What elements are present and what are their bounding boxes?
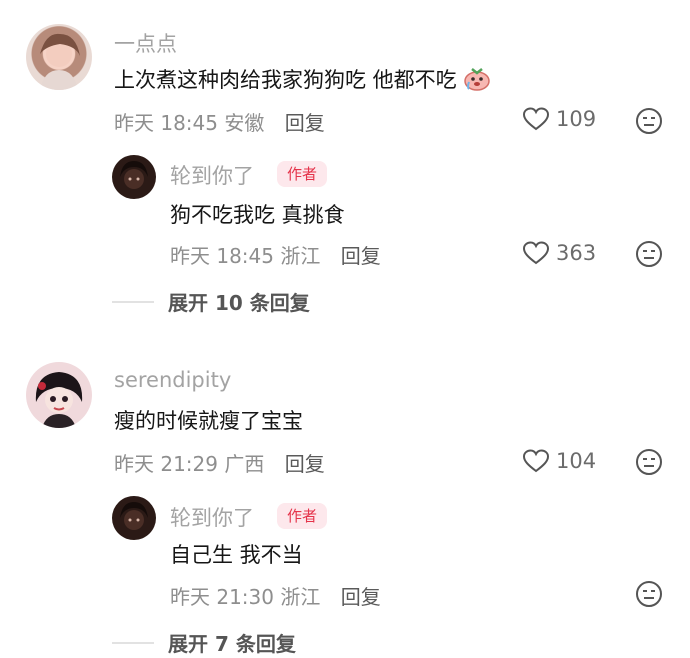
dislike-face-icon[interactable] xyxy=(635,240,663,268)
avatar-photo-icon xyxy=(40,33,80,90)
reply-text: 自己生 我不当 xyxy=(170,543,303,567)
comment-time: 昨天 21:29 xyxy=(114,452,218,476)
expand-replies-button[interactable]: 展开 10 条回复 xyxy=(112,287,310,316)
comment-text-body: 上次煮这种肉给我家狗狗吃 他都不吃 xyxy=(114,68,457,92)
comment-username[interactable]: serendipity xyxy=(114,368,231,392)
reply-time: 昨天 21:30 xyxy=(170,585,274,609)
reply-username[interactable]: 轮到你了 xyxy=(170,502,254,532)
reply-location: 浙江 xyxy=(280,244,321,268)
comment-meta: 昨天 21:29 广西 回复 xyxy=(114,448,325,477)
divider xyxy=(112,641,154,644)
heart-icon xyxy=(522,107,550,131)
divider xyxy=(112,300,154,303)
expand-replies-label: 展开 10 条回复 xyxy=(168,291,310,315)
author-badge: 作者 xyxy=(277,503,328,529)
like-count: 109 xyxy=(556,107,597,131)
reply-button[interactable]: 回复 xyxy=(285,452,325,476)
reply-avatar[interactable] xyxy=(112,155,156,199)
avatar[interactable] xyxy=(26,24,92,90)
crying-face-icon xyxy=(463,65,491,96)
comment-username[interactable]: 一点点 xyxy=(114,28,177,58)
comment-text: 瘦的时候就瘦了宝宝 xyxy=(114,409,303,433)
expand-replies-button[interactable]: 展开 7 条回复 xyxy=(112,628,296,657)
reply-button[interactable]: 回复 xyxy=(341,244,381,268)
avatar[interactable] xyxy=(26,362,92,428)
dislike-face-icon[interactable] xyxy=(635,107,663,135)
like-button[interactable]: 109 xyxy=(522,106,596,132)
author-badge: 作者 xyxy=(277,161,328,187)
comment-meta: 昨天 18:45 安徽 回复 xyxy=(114,107,325,136)
comment-location: 广西 xyxy=(224,452,265,476)
avatar-photo-icon xyxy=(35,372,83,428)
comment-time: 昨天 18:45 xyxy=(114,111,218,135)
heart-icon xyxy=(522,449,550,473)
like-count: 363 xyxy=(556,241,597,265)
reply-username[interactable]: 轮到你了 xyxy=(170,160,254,190)
avatar-photo-icon xyxy=(120,502,148,530)
reply-button[interactable]: 回复 xyxy=(341,585,381,609)
reply-avatar[interactable] xyxy=(112,496,156,540)
dislike-face-icon[interactable] xyxy=(635,448,663,476)
reply-location: 浙江 xyxy=(280,585,321,609)
like-button[interactable]: 363 xyxy=(522,240,596,266)
reply-text: 狗不吃我吃 真挑食 xyxy=(170,203,345,227)
comment-location: 安徽 xyxy=(224,111,265,135)
like-button[interactable]: 104 xyxy=(522,448,596,474)
dislike-face-icon[interactable] xyxy=(635,580,663,608)
reply-meta: 昨天 18:45 浙江 回复 xyxy=(170,240,381,269)
reply-meta: 昨天 21:30 浙江 回复 xyxy=(170,581,381,610)
comment-text: 上次煮这种肉给我家狗狗吃 他都不吃 xyxy=(114,64,491,96)
expand-replies-label: 展开 7 条回复 xyxy=(168,632,296,656)
reply-button[interactable]: 回复 xyxy=(285,111,325,135)
heart-icon xyxy=(522,241,550,265)
reply-time: 昨天 18:45 xyxy=(170,244,274,268)
like-count: 104 xyxy=(556,449,597,473)
avatar-photo-icon xyxy=(120,161,148,189)
